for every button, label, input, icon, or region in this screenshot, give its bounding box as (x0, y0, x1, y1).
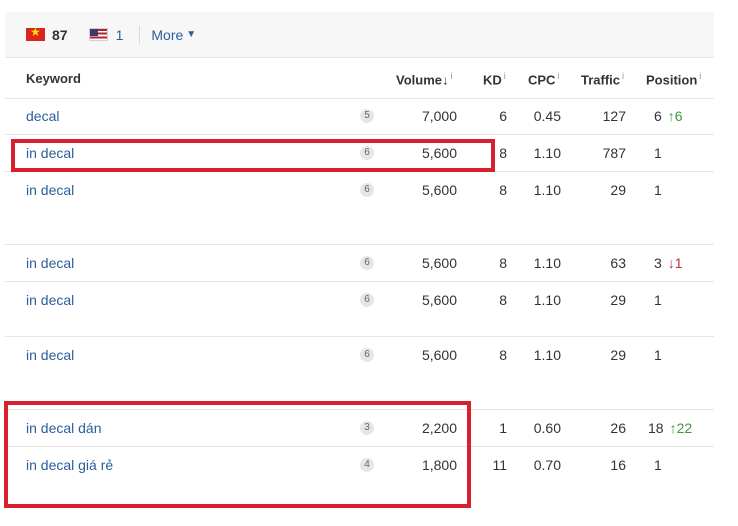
kd-value: 1 (499, 420, 507, 436)
position-value: 1 (654, 182, 662, 198)
cpc-value: 0.70 (533, 457, 561, 473)
column-keyword[interactable]: Keyword (26, 71, 81, 86)
serp-features-badge[interactable]: 6 (360, 183, 374, 197)
info-icon[interactable]: i (504, 71, 506, 81)
serp-features-badge[interactable]: 6 (360, 348, 374, 362)
keyword-link[interactable]: in decal (26, 255, 74, 271)
chevron-down-icon[interactable]: ▼ (186, 29, 196, 40)
highlight-box-bottom (4, 401, 471, 508)
vietnam-flag-icon[interactable] (26, 25, 45, 41)
cpc-value: 1.10 (533, 255, 561, 271)
filter-divider (139, 25, 141, 44)
kd-value: 11 (492, 457, 507, 473)
cpc-value: 1.10 (533, 292, 561, 308)
kd-value: 8 (499, 292, 507, 308)
position-value: 1 (654, 292, 662, 308)
position-value: 6 ↑6 (654, 108, 683, 124)
position-change: ↑22 (669, 420, 693, 436)
traffic-value: 63 (610, 255, 626, 271)
country-filter-bar: 87 1 More ▼ (5, 12, 714, 58)
serp-features-badge[interactable]: 5 (360, 109, 374, 123)
volume-value: 5,600 (421, 347, 457, 363)
table-row: in decal 6 5,600 8 1.10 29 1 (5, 337, 714, 410)
traffic-value: 29 (610, 292, 626, 308)
country-filters: 87 1 More ▼ (26, 12, 196, 57)
info-icon[interactable]: i (699, 71, 701, 81)
position-value: 18 ↑22 (648, 420, 693, 436)
cpc-value: 1.10 (533, 182, 561, 198)
usa-flag-icon[interactable] (88, 28, 108, 41)
position-value: 1 (654, 347, 662, 363)
table-row: in decal 6 5,600 8 1.10 63 3 ↓1 (5, 245, 714, 282)
kd-value: 6 (499, 108, 507, 124)
table-row: in decal 6 5,600 8 1.10 29 1 (5, 282, 714, 337)
column-volume[interactable]: Volume↓ i (396, 71, 453, 87)
column-kd[interactable]: KD i (483, 71, 506, 87)
kd-value: 8 (499, 182, 507, 198)
column-cpc[interactable]: CPC i (528, 71, 559, 87)
table-row: decal 5 7,000 6 0.45 127 6 ↑6 (5, 98, 714, 135)
usa-count[interactable]: 1 (116, 27, 124, 43)
keyword-link[interactable]: in decal (26, 182, 74, 198)
cpc-value: 1.10 (533, 347, 561, 363)
traffic-value: 127 (602, 108, 626, 124)
keyword-link[interactable]: decal (26, 108, 59, 124)
position-value: 3 ↓1 (654, 255, 683, 271)
more-countries-button[interactable]: More (151, 27, 183, 43)
traffic-value: 29 (610, 347, 626, 363)
traffic-value: 29 (610, 182, 626, 198)
table-row: in decal 6 5,600 8 1.10 29 1 (5, 172, 714, 245)
column-position[interactable]: Position i (646, 71, 701, 87)
position-value: 1 (654, 145, 662, 161)
column-traffic[interactable]: Traffic i (581, 71, 624, 87)
sort-desc-icon[interactable]: ↓ (442, 72, 449, 87)
cpc-value: 1.10 (533, 145, 561, 161)
keyword-link[interactable]: in decal (26, 292, 74, 308)
keyword-link[interactable]: in decal (26, 347, 74, 363)
kd-value: 8 (499, 347, 507, 363)
kd-value: 8 (499, 255, 507, 271)
info-icon[interactable]: i (451, 71, 453, 81)
table-header: Keyword Volume↓ i KD i CPC i Traffic i Posit… (5, 58, 714, 99)
cpc-value: 0.60 (533, 420, 561, 436)
serp-features-badge[interactable]: 6 (360, 256, 374, 270)
volume-value: 7,000 (421, 108, 457, 124)
vietnam-count[interactable]: 87 (52, 27, 68, 43)
cpc-value: 0.45 (533, 108, 561, 124)
info-icon[interactable]: i (557, 71, 559, 81)
position-change: ↑6 (667, 108, 683, 124)
info-icon[interactable]: i (622, 71, 624, 81)
traffic-value: 26 (610, 420, 626, 436)
traffic-value: 787 (602, 145, 626, 161)
position-change: ↓1 (667, 255, 683, 271)
position-value: 1 (654, 457, 662, 473)
volume-value: 5,600 (421, 292, 457, 308)
highlight-box-top (11, 139, 495, 172)
volume-value: 5,600 (421, 182, 457, 198)
serp-features-badge[interactable]: 6 (360, 293, 374, 307)
kd-value: 8 (499, 145, 507, 161)
traffic-value: 16 (610, 457, 626, 473)
volume-value: 5,600 (421, 255, 457, 271)
